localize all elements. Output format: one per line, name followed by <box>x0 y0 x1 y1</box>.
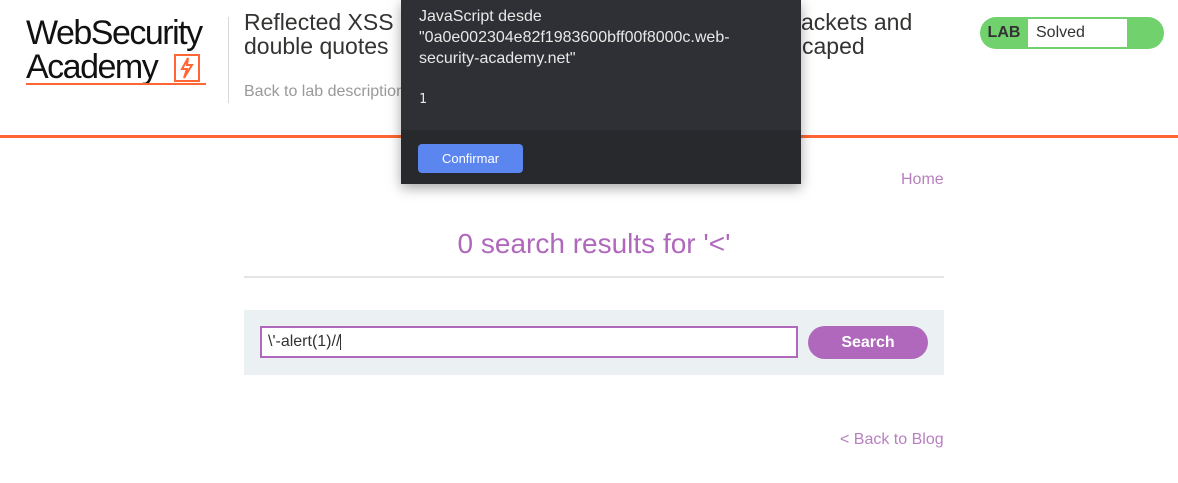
search-panel: \'-alert(1)// Search <box>244 310 944 375</box>
lab-title-line1-end: ackets and <box>801 9 913 35</box>
search-button[interactable]: Search <box>808 326 928 359</box>
search-input[interactable]: \'-alert(1)// <box>260 326 798 358</box>
search-results-heading: 0 search results for '<' <box>457 228 731 259</box>
lab-title-continued: ackets and caped <box>801 10 912 58</box>
lab-title-line2-end: caped <box>802 33 865 59</box>
header-divider <box>228 17 229 103</box>
search-input-value: \'-alert(1)// <box>268 333 341 350</box>
home-link[interactable]: Home <box>901 171 944 189</box>
lab-status-widget: LAB Solved <box>980 17 1164 49</box>
lab-status-text: Solved <box>1028 19 1127 47</box>
dialog-footer: Confirmar <box>401 130 801 184</box>
dialog-value: 1 <box>419 92 427 107</box>
confirm-button[interactable]: Confirmar <box>418 144 523 173</box>
dialog-message: JavaScript desde "0a0e002304e82f1983600b… <box>419 8 730 67</box>
back-to-blog-link[interactable]: < Back to Blog <box>840 431 944 449</box>
text-cursor <box>340 333 342 350</box>
heading-divider <box>244 276 944 278</box>
logo-text-line2: Academy <box>26 48 159 86</box>
lab-badge: LAB <box>987 24 1021 41</box>
logo-text-line1: WebSecurity <box>26 14 203 52</box>
back-to-lab-description-link[interactable]: Back to lab description <box>244 83 405 101</box>
javascript-alert-dialog: JavaScript desde "0a0e002304e82f1983600b… <box>401 0 801 184</box>
web-security-academy-logo[interactable]: WebSecurity Academy <box>26 14 226 90</box>
lightning-icon <box>174 54 200 82</box>
logo-underline <box>26 83 206 85</box>
